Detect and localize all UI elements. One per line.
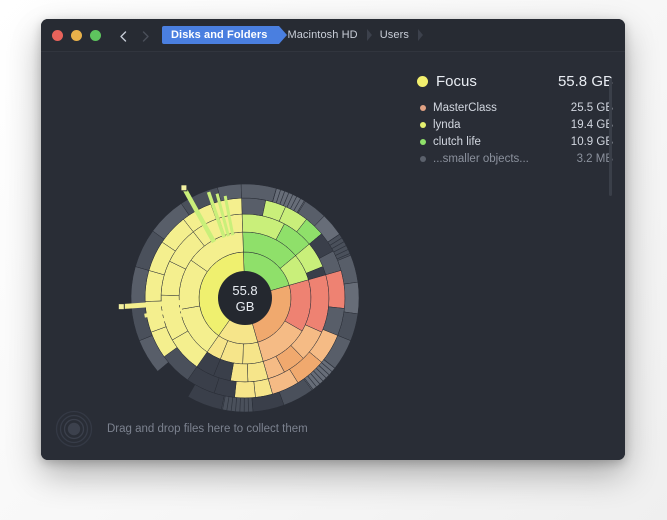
navigation-arrows	[119, 31, 150, 40]
breadcrumb: Disks and Folders Macintosh HD Users	[162, 26, 423, 44]
breadcrumb-label: Macintosh HD	[287, 29, 357, 41]
legend-item-value: 10.9 GB	[571, 136, 613, 148]
sunburst-center-unit: GB	[236, 299, 255, 314]
sunburst-spike-cap[interactable]	[181, 185, 187, 191]
window-content: Focus 55.8 GB MasterClass 25.5 GB lynda …	[41, 52, 625, 460]
sunburst-segment-ring4[interactable]	[326, 270, 345, 308]
legend-scrollbar[interactable]	[609, 78, 612, 196]
legend-row-primary[interactable]: Focus 55.8 GB	[417, 70, 613, 92]
concentric-target-icon	[55, 410, 93, 448]
legend-color-swatch	[420, 156, 426, 162]
legend-item-label: ...smaller objects...	[433, 153, 577, 165]
back-chevron-icon[interactable]	[119, 31, 128, 40]
sunburst-chart[interactable]: 55.8 GB	[101, 182, 401, 412]
traffic-light-group	[52, 30, 101, 41]
app-window: Disks and Folders Macintosh HD Users Foc…	[41, 19, 625, 460]
breadcrumb-item-disks-and-folders[interactable]: Disks and Folders	[162, 26, 279, 44]
sunburst-segment-ring4[interactable]	[242, 198, 266, 216]
legend-color-swatch	[420, 122, 426, 128]
legend-item-value: 25.5 GB	[571, 102, 613, 114]
sunburst-center-hole[interactable]	[218, 271, 272, 325]
sunburst-spike-cap[interactable]	[118, 304, 124, 310]
legend-row-masterclass[interactable]: MasterClass 25.5 GB	[417, 99, 613, 116]
legend-color-swatch	[420, 139, 426, 145]
legend-item-label: Focus	[436, 73, 558, 90]
minimize-window-button[interactable]	[71, 30, 82, 41]
sunburst-segment-ring5[interactable]	[217, 184, 241, 201]
legend-row-smaller-objects[interactable]: ...smaller objects... 3.2 MB	[417, 150, 613, 167]
sunburst-center-value: 55.8	[232, 283, 257, 298]
sunburst-segment-ring4[interactable]	[235, 382, 256, 398]
sunburst-svg: 55.8 GB	[101, 182, 401, 412]
desktop-background: Disks and Folders Macintosh HD Users Foc…	[0, 0, 667, 520]
sunburst-rings	[118, 184, 359, 412]
breadcrumb-label: Users	[380, 29, 409, 41]
legend-color-swatch	[417, 76, 428, 87]
legend-row-clutch-life[interactable]: clutch life 10.9 GB	[417, 133, 613, 150]
legend-color-swatch	[420, 105, 426, 111]
sunburst-segment-ring5[interactable]	[344, 282, 359, 314]
legend-item-label: MasterClass	[433, 102, 571, 114]
window-titlebar: Disks and Folders Macintosh HD Users	[41, 19, 625, 52]
close-window-button[interactable]	[52, 30, 63, 41]
forward-chevron-icon[interactable]	[141, 31, 150, 40]
legend-item-value: 3.2 MB	[577, 153, 613, 165]
legend-item-label: lynda	[433, 119, 571, 131]
legend-row-lynda[interactable]: lynda 19.4 GB	[417, 116, 613, 133]
drop-zone[interactable]: Drag and drop files here to collect them	[55, 407, 308, 451]
legend-item-label: clutch life	[433, 136, 571, 148]
drop-zone-label: Drag and drop files here to collect them	[107, 423, 308, 435]
breadcrumb-label: Disks and Folders	[171, 29, 267, 41]
legend-item-value: 19.4 GB	[571, 119, 613, 131]
size-legend-panel: Focus 55.8 GB MasterClass 25.5 GB lynda …	[417, 70, 613, 167]
breadcrumb-item-users[interactable]: Users	[372, 26, 423, 44]
breadcrumb-item-macintosh-hd[interactable]: Macintosh HD	[279, 26, 371, 44]
legend-item-value: 55.8 GB	[558, 73, 613, 90]
maximize-window-button[interactable]	[90, 30, 101, 41]
